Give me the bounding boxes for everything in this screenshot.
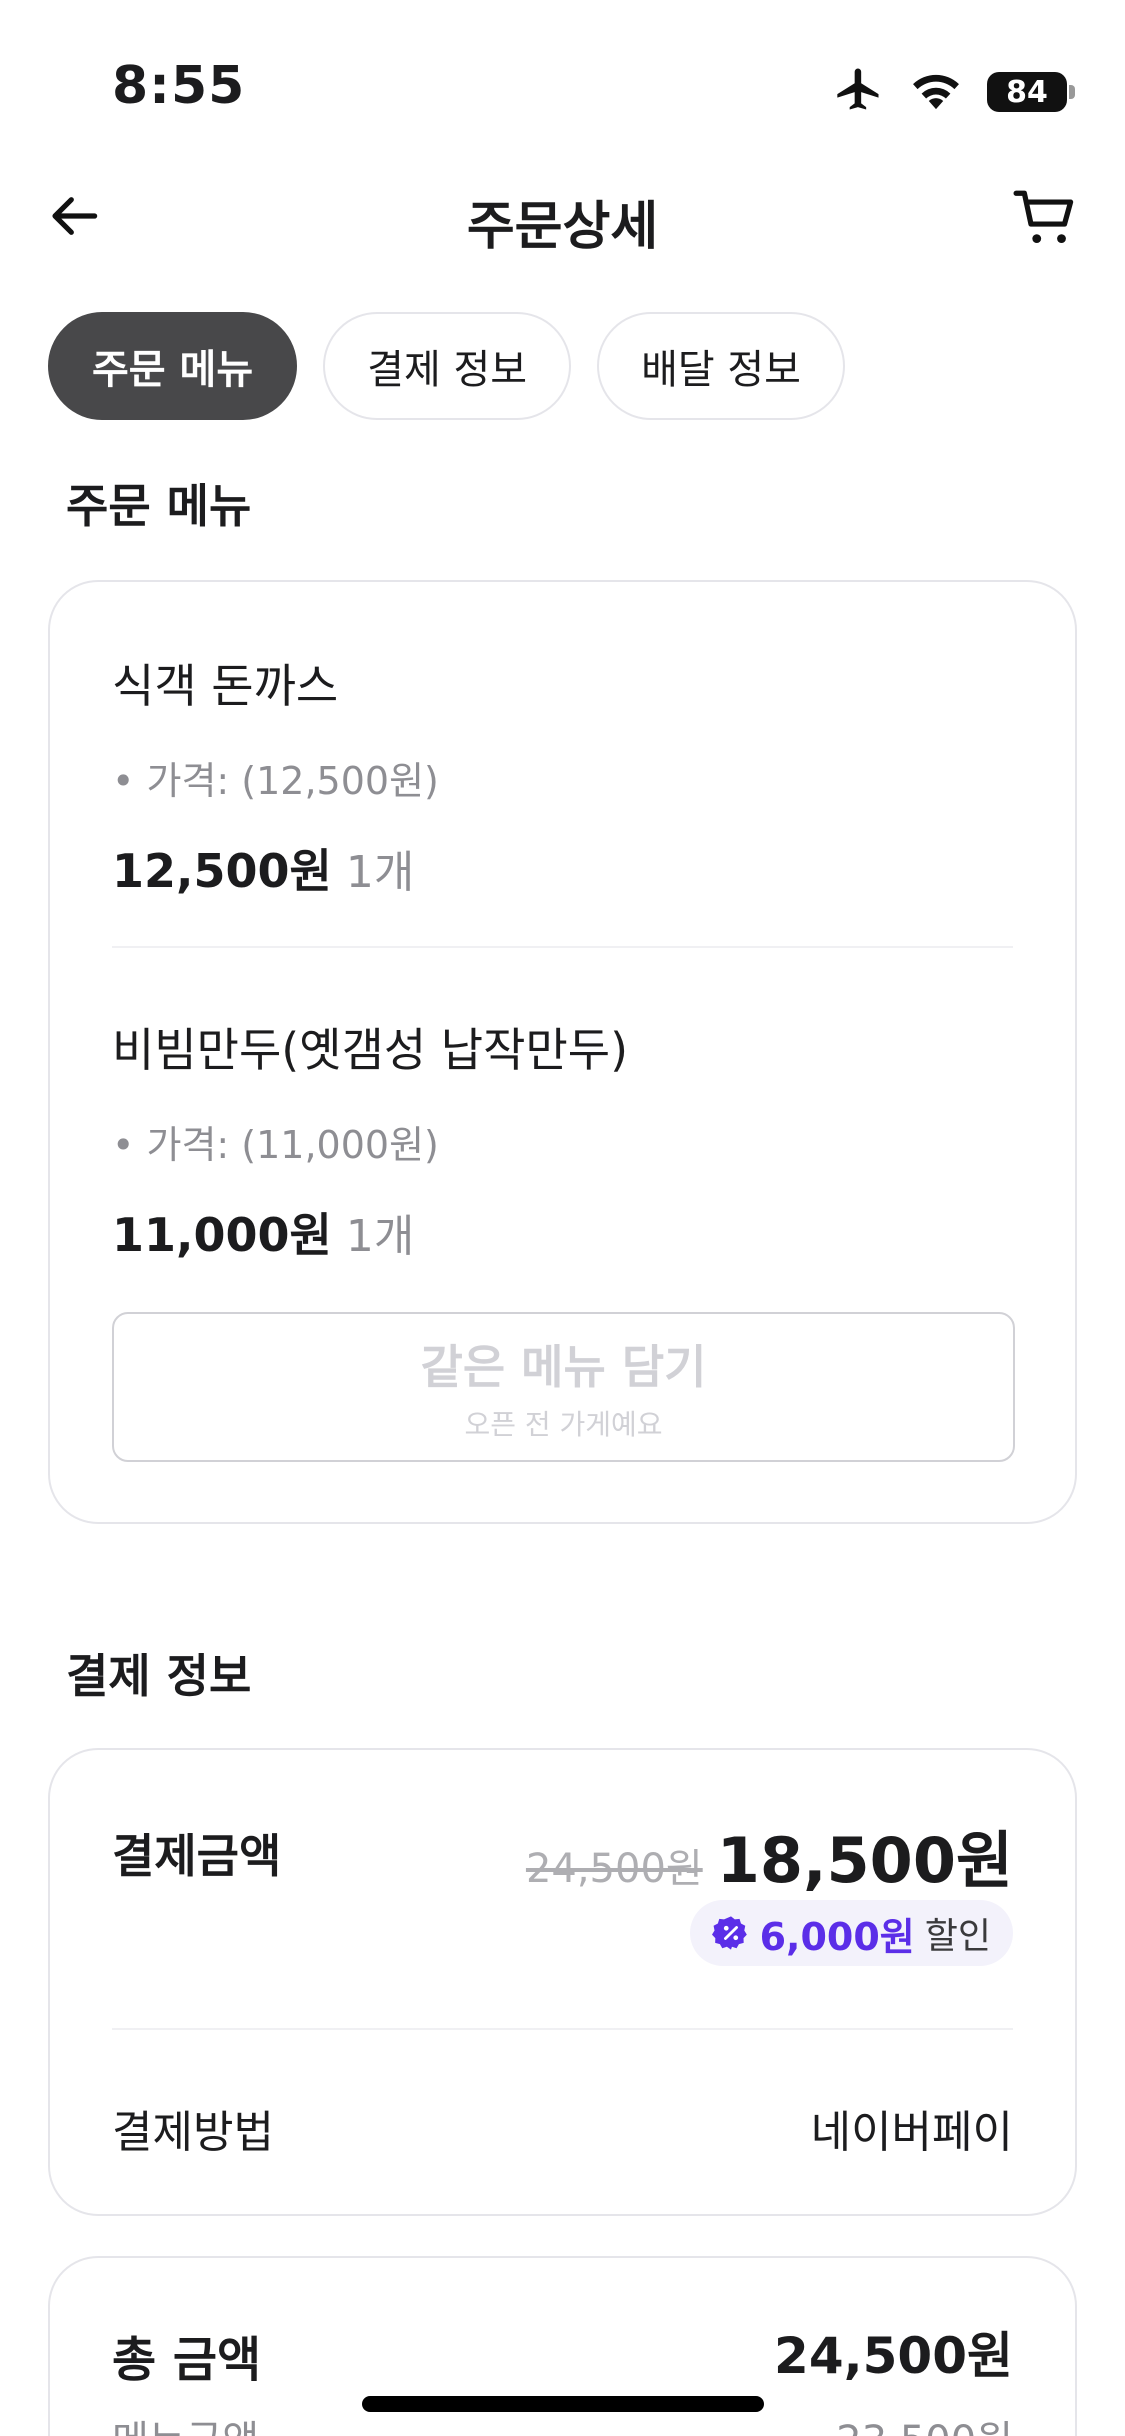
divider — [112, 2028, 1013, 2030]
add-same-menu-button[interactable]: 같은 메뉴 담기 오픈 전 가게예요 — [112, 1312, 1015, 1462]
menu-amount-label: 메뉴금액 — [112, 2408, 259, 2436]
menu-item-price: 11,000원 — [112, 1208, 332, 1262]
payment-method-value: 네이버페이 — [810, 2107, 1013, 2158]
page-title: 주문상세 — [466, 197, 659, 257]
menu-item-quantity: 1개 — [345, 1211, 415, 1262]
cart-icon — [1013, 190, 1074, 244]
payment-method-label: 결제방법 — [112, 2107, 274, 2158]
menu-item-price: 12,500원 — [112, 844, 332, 898]
home-indicator — [362, 2396, 764, 2412]
total-label: 총 금액 — [112, 2332, 262, 2388]
store-closed-notice: 오픈 전 가게예요 — [464, 1408, 663, 1441]
discount-amount: 6,000원 — [759, 1914, 915, 1959]
battery-indicator: 84 — [987, 72, 1075, 112]
status-icons: 84 — [833, 64, 1075, 120]
tab-payment-info[interactable]: 결제 정보 — [323, 312, 572, 420]
menu-item-option: • 가격: (11,000원) — [112, 1123, 439, 1167]
wifi-icon — [909, 69, 963, 115]
tab-delivery-info[interactable]: 배달 정보 — [597, 312, 845, 420]
menu-item-price-row: 11,000원 1개 — [112, 1199, 628, 1265]
menu-item-option: • 가격: (12,500원) — [112, 759, 439, 803]
order-menu-card: 식객 돈까스 • 가격: (12,500원) 12,500원 1개 비빔만두(옛… — [48, 580, 1077, 1524]
menu-item-quantity: 1개 — [345, 847, 415, 898]
payment-amount-label: 결제금액 — [112, 1829, 282, 1883]
total-value: 24,500원 — [774, 2327, 1013, 2385]
payment-amount: 24,500원 18,500원 — [526, 1810, 1013, 1900]
header: 주문상세 — [0, 170, 1125, 260]
menu-item-price-row: 12,500원 1개 — [112, 835, 439, 901]
original-price: 24,500원 — [525, 1846, 703, 1892]
menu-item-name: 비빔만두(옛갬성 납작만두) — [112, 1023, 629, 1077]
cart-button[interactable] — [1005, 178, 1085, 258]
airplane-icon — [833, 64, 885, 120]
menu-item: 식객 돈까스 • 가격: (12,500원) 12,500원 1개 — [112, 650, 439, 901]
menu-amount-value: 23,500원 — [836, 2408, 1013, 2436]
discount-icon — [711, 1916, 747, 1950]
menu-item: 비빔만두(옛갬성 납작만두) • 가격: (11,000원) 11,000원 1… — [112, 1014, 628, 1265]
final-price: 18,500원 — [716, 1824, 1013, 1897]
payment-info-title: 결제 정보 — [66, 1649, 252, 1703]
order-menu-title: 주문 메뉴 — [66, 479, 252, 533]
discount-text: 할인 — [924, 1916, 991, 1957]
payment-info-card: 결제금액 24,500원 18,500원 6,000원 할인 결제방법 네이버페… — [48, 1748, 1077, 2216]
status-time: 8:55 — [112, 56, 246, 116]
status-bar: 8:55 84 — [0, 0, 1125, 150]
divider — [112, 946, 1013, 948]
menu-item-name: 식객 돈까스 — [112, 659, 339, 713]
add-same-menu-label: 같은 메뉴 담기 — [420, 1340, 707, 1394]
tab-order-menu[interactable]: 주문 메뉴 — [48, 312, 298, 420]
tab-bar: 주문 메뉴 결제 정보 배달 정보 — [48, 312, 845, 420]
discount-badge: 6,000원 할인 — [689, 1900, 1013, 1966]
